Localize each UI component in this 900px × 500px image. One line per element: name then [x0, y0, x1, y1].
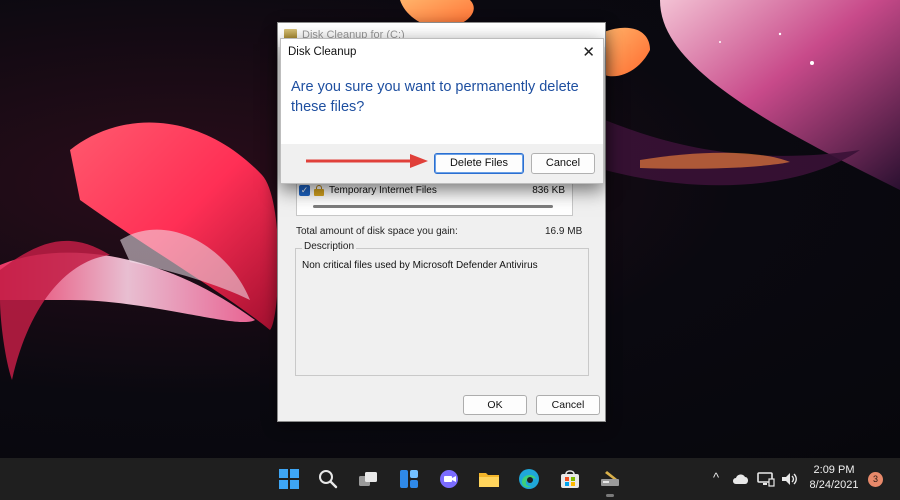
network-icon[interactable]	[753, 466, 779, 492]
checkbox-checked-icon[interactable]: ✓	[299, 184, 310, 196]
total-space-label: Total amount of disk space you gain:	[296, 226, 458, 237]
notification-badge[interactable]: 3	[868, 472, 883, 487]
dialog-title: Disk Cleanup	[288, 46, 357, 58]
total-space-value: 16.9 MB	[545, 226, 583, 237]
description-text: Non critical files used by Microsoft Def…	[302, 260, 538, 271]
disk-cleanup-icon[interactable]	[597, 466, 623, 497]
windows-start-icon[interactable]	[276, 466, 302, 492]
volume-icon[interactable]	[777, 466, 803, 492]
onedrive-cloud-icon[interactable]	[728, 466, 754, 492]
dialog-message: Are you sure you want to permanently del…	[291, 79, 579, 115]
ok-button[interactable]: OK	[463, 395, 527, 415]
description-label: Description	[302, 241, 357, 252]
horizontal-scrollbar[interactable]	[313, 205, 553, 208]
clock-date[interactable]: 8/24/2021	[808, 479, 860, 491]
delete-files-button[interactable]: Delete Files	[434, 153, 524, 174]
lock-icon	[314, 184, 324, 196]
widgets-icon[interactable]	[396, 466, 422, 492]
dialog-content: Disk Cleanup ✕ Are you sure you want to …	[281, 39, 603, 144]
list-item-size: 836 KB	[532, 184, 565, 196]
clock-time[interactable]: 2:09 PM	[808, 464, 860, 476]
list-item-name: Temporary Internet Files	[329, 184, 437, 196]
task-view-icon[interactable]	[355, 466, 381, 492]
show-hidden-icons-chevron-icon[interactable]: ^	[713, 470, 719, 485]
search-icon[interactable]	[315, 466, 341, 492]
annotation-arrow-icon	[306, 154, 428, 168]
microsoft-store-icon[interactable]	[557, 466, 583, 492]
edge-browser-icon[interactable]	[516, 466, 542, 492]
dialog-cancel-button[interactable]: Cancel	[531, 153, 595, 174]
close-icon[interactable]: ✕	[582, 43, 595, 61]
chat-icon[interactable]	[436, 466, 462, 492]
file-explorer-icon[interactable]	[476, 466, 502, 492]
main-cancel-button[interactable]: Cancel	[536, 395, 600, 415]
